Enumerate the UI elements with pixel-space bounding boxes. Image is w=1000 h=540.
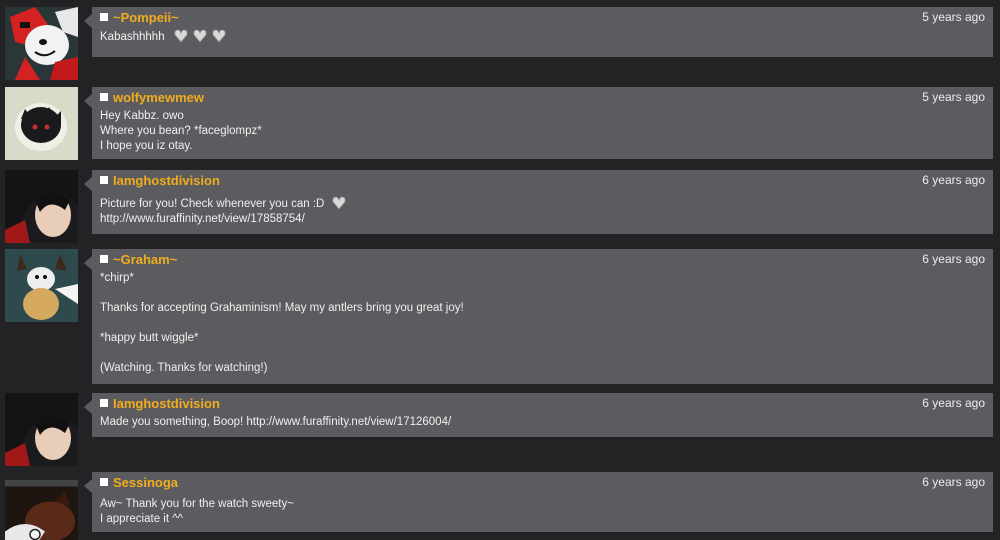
comment-text: Kabashhhhh [92, 29, 993, 53]
comment-line: Where you bean? *faceglompz* [100, 125, 262, 137]
timestamp: 5 years ago [922, 90, 985, 104]
timestamp: 6 years ago [922, 396, 985, 410]
comment-bubble: Iamghostdivision 6 years ago Picture for… [84, 170, 993, 235]
comment-line [100, 346, 985, 361]
comment-text: Picture for you! Check whenever you can … [92, 192, 993, 235]
select-checkbox[interactable] [100, 176, 108, 184]
comment-line: Kabashhhhh [100, 31, 165, 43]
heart-emote-icon [174, 29, 188, 43]
username-link[interactable]: wolfymewmew [113, 90, 204, 105]
comment-text[interactable]: Made you something, Boop! http://www.fur… [92, 415, 993, 438]
heart-emote-icon [331, 196, 346, 210]
avatar[interactable] [5, 249, 78, 322]
username-link[interactable]: Iamghostdivision [113, 396, 220, 411]
avatar[interactable] [5, 87, 78, 160]
comment-line: I hope you iz otay. [100, 140, 193, 152]
comment-line [100, 316, 985, 331]
comment-bubble: Sessinoga 6 years ago Aw~ Thank you for … [84, 472, 993, 535]
username-link[interactable]: Sessinoga [113, 475, 178, 490]
select-checkbox[interactable] [100, 93, 108, 101]
select-checkbox[interactable] [100, 478, 108, 486]
comment-text: Aw~ Thank you for the watch sweety~ I ap… [92, 494, 993, 535]
comment-line: Made you something, Boop! http://www.fur… [100, 416, 452, 428]
comment-line: Thanks for accepting Grahaminism! May my… [100, 302, 464, 314]
comment-line: Hey Kabbz. owo [100, 110, 184, 122]
comment-line: Aw~ Thank you for the watch sweety~ [100, 498, 294, 510]
timestamp: 5 years ago [922, 10, 985, 24]
comment-bubble: Iamghostdivision 6 years ago Made you so… [84, 393, 993, 438]
avatar[interactable] [5, 480, 78, 540]
username-link[interactable]: ~Pompeii~ [113, 10, 179, 25]
timestamp: 6 years ago [922, 173, 985, 187]
select-checkbox[interactable] [100, 13, 108, 21]
select-checkbox[interactable] [100, 399, 108, 407]
comment-bubble: wolfymewmew 5 years ago Hey Kabbz. owo W… [84, 87, 993, 162]
comment-line: *happy butt wiggle* [100, 332, 199, 344]
username-link[interactable]: Iamghostdivision [113, 173, 220, 188]
heart-emote-icon [193, 29, 207, 43]
timestamp: 6 years ago [922, 252, 985, 266]
timestamp: 6 years ago [922, 475, 985, 489]
comment-bubble: ~Graham~ 6 years ago *chirp* Thanks for … [84, 249, 993, 384]
comment-line: (Watching. Thanks for watching!) [100, 362, 268, 374]
comment-text: *chirp* Thanks for accepting Grahaminism… [92, 271, 993, 384]
comment-text: Hey Kabbz. owo Where you bean? *faceglom… [92, 109, 993, 162]
heart-emote-icon [212, 29, 226, 43]
username-link[interactable]: ~Graham~ [113, 252, 177, 267]
comment-line: Picture for you! Check whenever you can … [100, 198, 325, 210]
select-checkbox[interactable] [100, 255, 108, 263]
comment-link[interactable]: http://www.furaffinity.net/view/17858754… [100, 212, 985, 227]
avatar[interactable] [5, 393, 78, 466]
comment-line [100, 286, 985, 301]
avatar[interactable] [5, 170, 78, 243]
comment-line: *chirp* [100, 272, 134, 284]
avatar[interactable] [5, 7, 78, 80]
comment-bubble: ~Pompeii~ 5 years ago Kabashhhhh [84, 7, 993, 57]
comment-line: I appreciate it ^^ [100, 513, 184, 525]
